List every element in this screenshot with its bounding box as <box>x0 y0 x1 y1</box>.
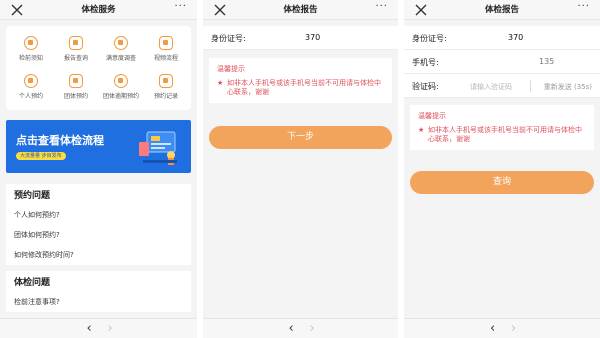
notice-body: 如非本人手机号或该手机号当前不可用请与体检中心联系，谢谢 <box>428 126 582 143</box>
booking-faq-section: 预约问题 个人如何预约? 团体如何预约? 如何修改预约时间? <box>6 184 191 265</box>
grid-item-label: 满意度调查 <box>105 55 136 62</box>
more-icon[interactable]: ··· <box>577 1 590 12</box>
phone-screen-health-service: 体检服务 ··· 检前须知 报告查询 满意度调查 视频流程 个人预约 团体预约 … <box>0 0 197 338</box>
section-heading: 体检问题 <box>14 278 51 288</box>
browser-bottom-bar: ‹ › <box>203 318 398 338</box>
star-icon: ★ <box>418 126 425 134</box>
banner-title: 点击查看体检流程 <box>16 134 104 147</box>
report-icon <box>69 36 83 50</box>
phone-screen-report-step1: 体检报告 ··· 身份证号: 370 温馨提示 ★ 如非本人手机号或该手机号当前… <box>203 0 398 338</box>
grid-item-satisfaction-survey[interactable]: 满意度调查 <box>101 36 141 62</box>
person-icon <box>24 74 38 88</box>
notice-text: ★ 如非本人手机号或该手机号当前不可用请与体检中心联系，谢谢 <box>410 124 594 150</box>
smile-icon <box>114 36 128 50</box>
exam-process-banner[interactable]: 点击查看体检流程 大流量量 步目发布 <box>6 120 191 173</box>
group-icon <box>69 74 83 88</box>
phone-value[interactable]: 135 <box>539 57 554 66</box>
code-label: 验证码: <box>412 82 439 91</box>
id-number-value[interactable]: 370 <box>305 33 320 42</box>
id-number-label: 身份证号: <box>211 34 246 43</box>
grid-item-group-overdue-booking[interactable]: 团体逾期预约 <box>101 74 141 100</box>
next-step-button[interactable]: 下一步 <box>209 126 392 149</box>
id-number-value[interactable]: 370 <box>508 33 523 42</box>
video-icon <box>159 36 173 50</box>
star-icon: ★ <box>217 79 224 87</box>
grid-item-report-query[interactable]: 报告查询 <box>56 36 96 62</box>
code-input[interactable]: 请输入验证码 <box>470 82 512 92</box>
grid-item-label: 视频流程 <box>153 55 178 62</box>
page-title: 体检报告 <box>283 5 318 15</box>
resend-code-button[interactable]: 重新发送 (35s) <box>544 82 592 92</box>
forward-icon[interactable]: › <box>108 321 113 336</box>
notice-box: 温馨提示 ★ 如非本人手机号或该手机号当前不可用请与体检中心联系，谢谢 <box>209 58 392 103</box>
service-grid: 检前须知 报告查询 满意度调查 视频流程 个人预约 团体预约 团体逾期预约 预约… <box>6 26 191 110</box>
banner-subtitle: 大流量量 步目发布 <box>16 152 66 160</box>
nav-bar: 体检报告 ··· <box>404 0 600 20</box>
grid-item-label: 检前须知 <box>18 55 43 62</box>
grid-item-label: 团体预约 <box>63 93 88 100</box>
browser-bottom-bar: ‹ › <box>404 318 600 338</box>
grid-item-label: 个人预约 <box>18 93 43 100</box>
phone-label: 手机号: <box>412 58 439 67</box>
code-row[interactable]: 验证码: 请输入验证码 重新发送 (35s) <box>404 74 600 98</box>
faq-item[interactable]: 个人如何预约? <box>6 205 191 225</box>
browser-bottom-bar: ‹ › <box>0 318 197 338</box>
calendar-icon <box>159 74 173 88</box>
notice-box: 温馨提示 ★ 如非本人手机号或该手机号当前不可用请与体检中心联系，谢谢 <box>410 105 594 150</box>
shield-icon <box>24 36 38 50</box>
phone-row[interactable]: 手机号: 135 <box>404 50 600 74</box>
grid-item-label: 预约记录 <box>153 93 178 100</box>
id-form: 身份证号: 370 <box>203 26 398 50</box>
nav-bar: 体检服务 ··· <box>0 0 197 20</box>
back-icon[interactable]: ‹ <box>289 321 294 336</box>
id-number-row[interactable]: 身份证号: 370 <box>404 26 600 50</box>
back-icon[interactable]: ‹ <box>87 321 92 336</box>
verify-form: 身份证号: 370 手机号: 135 验证码: 请输入验证码 重新发送 (35s… <box>404 26 600 98</box>
section-heading: 预约问题 <box>14 191 51 201</box>
divider <box>530 80 531 92</box>
id-number-row[interactable]: 身份证号: 370 <box>203 26 398 50</box>
forward-icon[interactable]: › <box>310 321 315 336</box>
grid-item-booking-records[interactable]: 预约记录 <box>146 74 186 100</box>
forward-icon[interactable]: › <box>511 321 516 336</box>
faq-item[interactable]: 团体如何预约? <box>6 225 191 245</box>
more-icon[interactable]: ··· <box>174 1 187 12</box>
back-icon[interactable]: ‹ <box>490 321 495 336</box>
banner-illustration-icon <box>139 131 177 165</box>
grid-item-pre-exam-notice[interactable]: 检前须知 <box>11 36 51 62</box>
grid-item-video-process[interactable]: 视频流程 <box>146 36 186 62</box>
phone-screen-report-step2: 体检报告 ··· 身份证号: 370 手机号: 135 验证码: 请输入验证码 … <box>404 0 600 338</box>
page-title: 体检报告 <box>484 5 519 15</box>
notice-text: ★ 如非本人手机号或该手机号当前不可用请与体检中心联系，谢谢 <box>209 77 392 103</box>
faq-item[interactable]: 如何修改预约时间? <box>6 245 191 265</box>
grid-item-label: 报告查询 <box>63 55 88 62</box>
id-number-label: 身份证号: <box>412 34 447 43</box>
grid-item-group-booking[interactable]: 团体预约 <box>56 74 96 100</box>
page-title: 体检服务 <box>81 5 116 15</box>
clock-icon <box>114 74 128 88</box>
notice-title: 温馨提示 <box>217 65 245 73</box>
grid-item-personal-booking[interactable]: 个人预约 <box>11 74 51 100</box>
query-button[interactable]: 查询 <box>410 171 594 194</box>
notice-title: 温馨提示 <box>418 112 446 120</box>
more-icon[interactable]: ··· <box>375 1 388 12</box>
grid-item-label: 团体逾期预约 <box>102 93 139 100</box>
exam-faq-section: 体检问题 检前注意事项? <box>6 271 191 312</box>
faq-item[interactable]: 检前注意事项? <box>6 292 191 312</box>
nav-bar: 体检报告 ··· <box>203 0 398 20</box>
notice-body: 如非本人手机号或该手机号当前不可用请与体检中心联系，谢谢 <box>227 79 381 96</box>
